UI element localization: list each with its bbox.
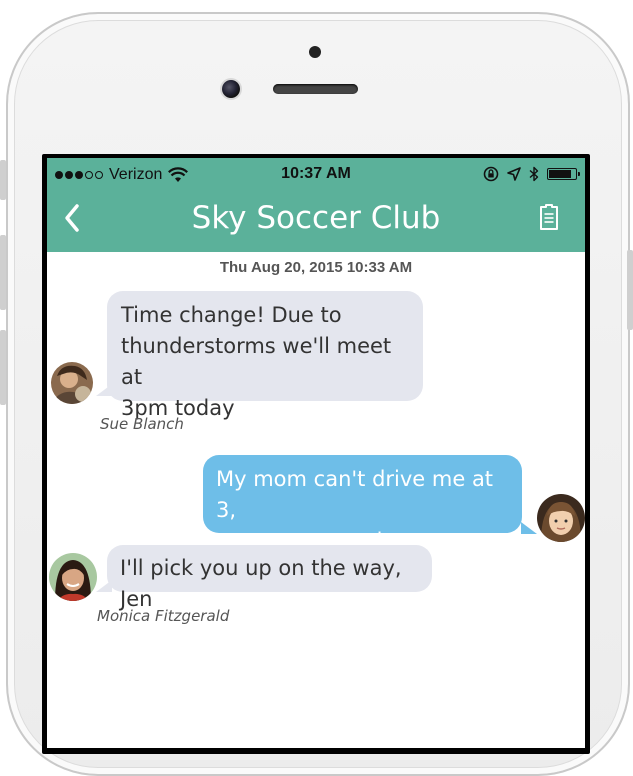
proximity-sensor xyxy=(309,46,321,58)
mute-switch xyxy=(0,160,6,200)
message-bubble-incoming[interactable]: I'll pick you up on the way, Jen xyxy=(107,545,432,611)
message-line: Time change! Due to xyxy=(121,303,342,327)
avatar-monica-fitzgerald xyxy=(49,553,97,601)
status-right xyxy=(483,166,580,182)
volume-up-button xyxy=(0,235,6,310)
orientation-lock-icon xyxy=(483,166,499,182)
message-bubble-outgoing[interactable]: My mom can't drive me at 3, can someone … xyxy=(203,455,522,584)
power-button xyxy=(627,250,633,330)
battery-icon xyxy=(547,168,580,180)
sender-name: Monica Fitzgerald xyxy=(97,607,230,625)
nav-bar: Sky Soccer Club xyxy=(47,192,585,252)
app-screen: Verizon 10:37 AM Sky Soccer Club Thu Aug… xyxy=(47,158,585,748)
front-camera xyxy=(222,80,240,98)
status-bar: Verizon 10:37 AM xyxy=(47,158,585,192)
conversation-timestamp: Thu Aug 20, 2015 10:33 AM xyxy=(219,259,413,276)
document-icon[interactable] xyxy=(539,204,559,230)
sender-name: Sue Blanch xyxy=(100,415,184,433)
message-line: thunderstorms we'll meet at xyxy=(121,334,392,389)
message-line: My mom can't drive me at 3, xyxy=(216,467,494,522)
earpiece-speaker xyxy=(273,84,358,94)
bluetooth-icon xyxy=(529,166,539,182)
location-arrow-icon xyxy=(507,167,521,181)
message-bubble-incoming[interactable]: Time change! Due to thunderstorms we'll … xyxy=(107,291,423,420)
volume-down-button xyxy=(0,330,6,405)
message-line: I'll pick you up on the way, Jen xyxy=(120,556,402,611)
avatar-jen xyxy=(537,494,585,542)
page-title: Sky Soccer Club xyxy=(191,200,441,236)
bubble-tail xyxy=(521,522,537,534)
avatar-sue-blanch xyxy=(51,362,93,404)
